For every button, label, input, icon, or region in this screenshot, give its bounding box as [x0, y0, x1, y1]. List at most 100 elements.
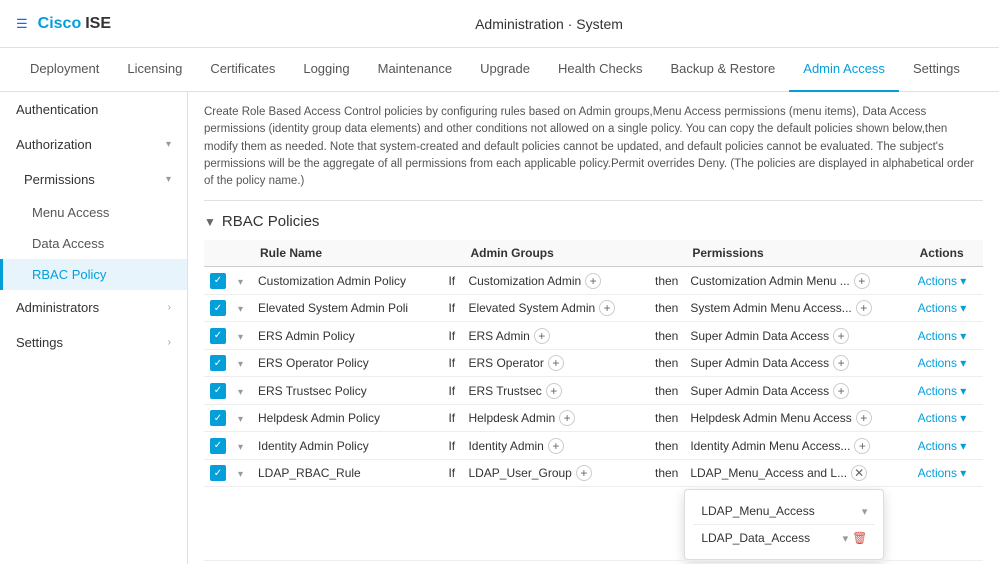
dropdown-item-menu-access[interactable]: LDAP_Menu_Access ▾ — [693, 498, 875, 525]
sidebar-item-administrators[interactable]: Administrators › — [0, 290, 187, 325]
sidebar-item-menu-access[interactable]: Menu Access — [0, 197, 187, 228]
permission-field: Helpdesk Admin Menu Access + — [690, 410, 905, 426]
sidebar-item-authorization[interactable]: Authorization ▾ — [0, 127, 187, 162]
then-label: then — [649, 267, 684, 295]
expand-icon[interactable]: ▾ — [238, 277, 243, 288]
add-perm-btn[interactable]: + — [854, 438, 870, 454]
row-checkbox[interactable]: ✓ — [210, 438, 226, 454]
tab-certificates[interactable]: Certificates — [196, 48, 289, 92]
admin-group-field: Customization Admin + — [468, 273, 643, 289]
if-label: If — [442, 377, 462, 405]
if-label: If — [442, 267, 462, 295]
table-row: ✓ ▾ Identity Admin Policy If Identity Ad… — [204, 432, 983, 460]
group-value: Identity Admin — [468, 439, 543, 453]
row-checkbox[interactable]: ✓ — [210, 273, 226, 289]
actions-button[interactable]: Actions ▾ — [918, 301, 967, 315]
row-checkbox[interactable]: ✓ — [210, 300, 226, 316]
expand-icon[interactable]: ▾ — [238, 469, 243, 480]
actions-button[interactable]: Actions ▾ — [918, 411, 967, 425]
add-perm-btn[interactable]: + — [856, 410, 872, 426]
admin-group-field: LDAP_User_Group + — [468, 465, 643, 481]
tab-licensing[interactable]: Licensing — [113, 48, 196, 92]
tab-deployment[interactable]: Deployment — [16, 48, 113, 92]
perm-value: Super Admin Data Access — [690, 356, 829, 370]
expand-icon[interactable]: ▾ — [238, 304, 243, 315]
actions-button[interactable]: Actions ▾ — [918, 274, 967, 288]
row-checkbox[interactable]: ✓ — [210, 328, 226, 344]
actions-button[interactable]: Actions ▾ — [918, 356, 967, 370]
perm-value: Helpdesk Admin Menu Access — [690, 411, 851, 425]
admin-group-field: Elevated System Admin + — [468, 300, 643, 316]
sidebar-label-authorization: Authorization — [16, 137, 92, 152]
admin-group-field: ERS Operator + — [468, 355, 643, 371]
if-label: If — [442, 459, 462, 487]
close-perm-btn[interactable]: ✕ — [851, 465, 867, 481]
tab-admin-access[interactable]: Admin Access — [789, 48, 899, 92]
expand-icon[interactable]: ▾ — [238, 414, 243, 425]
col-then-header — [649, 240, 684, 267]
expand-icon[interactable]: ▾ — [238, 442, 243, 453]
row-checkbox[interactable]: ✓ — [210, 410, 226, 426]
add-perm-btn[interactable]: + — [856, 300, 872, 316]
sidebar-item-permissions[interactable]: Permissions ▾ — [0, 162, 187, 197]
permission-field: Super Admin Data Access + — [690, 328, 905, 344]
actions-button[interactable]: Actions ▾ — [918, 439, 967, 453]
sidebar-item-settings[interactable]: Settings › — [0, 325, 187, 360]
tab-settings[interactable]: Settings — [899, 48, 974, 92]
tab-health-checks[interactable]: Health Checks — [544, 48, 657, 92]
expand-icon[interactable]: ▾ — [238, 332, 243, 343]
admin-group-field: Helpdesk Admin + — [468, 410, 643, 426]
add-perm-btn[interactable]: + — [833, 383, 849, 399]
sidebar-label-authentication: Authentication — [16, 102, 98, 117]
row-checkbox[interactable]: ✓ — [210, 383, 226, 399]
sidebar-label-settings: Settings — [16, 335, 63, 350]
perm-value: LDAP_Menu_Access and L... — [690, 466, 847, 480]
add-group-btn[interactable]: + — [548, 438, 564, 454]
perm-value: Identity Admin Menu Access... — [690, 439, 850, 453]
col-actions-header: Actions — [912, 240, 983, 267]
sidebar-item-data-access[interactable]: Data Access — [0, 228, 187, 259]
section-title-label: RBAC Policies — [222, 213, 320, 230]
tab-upgrade[interactable]: Upgrade — [466, 48, 544, 92]
actions-button[interactable]: Actions ▾ — [918, 329, 967, 343]
add-group-btn[interactable]: + — [548, 355, 564, 371]
row-checkbox[interactable]: ✓ — [210, 355, 226, 371]
tab-maintenance[interactable]: Maintenance — [364, 48, 466, 92]
perm-value: Super Admin Data Access — [690, 329, 829, 343]
hamburger-icon[interactable]: ☰ — [16, 16, 28, 32]
chevron-down-icon: ▾ — [166, 174, 171, 185]
actions-button[interactable]: Actions ▾ — [918, 466, 967, 480]
then-label: then — [649, 377, 684, 405]
add-group-btn[interactable]: + — [585, 273, 601, 289]
rule-name: Customization Admin Policy — [252, 267, 442, 295]
add-perm-btn[interactable]: + — [854, 273, 870, 289]
tab-logging[interactable]: Logging — [289, 48, 363, 92]
sidebar-label-administrators: Administrators — [16, 300, 99, 315]
actions-button[interactable]: Actions ▾ — [918, 384, 967, 398]
group-value: ERS Admin — [468, 329, 529, 343]
sidebar-item-authentication[interactable]: Authentication — [0, 92, 187, 127]
add-perm-btn[interactable]: + — [833, 355, 849, 371]
row-checkbox[interactable]: ✓ — [210, 465, 226, 481]
admin-group-field: Identity Admin + — [468, 438, 643, 454]
perm-value: Super Admin Data Access — [690, 384, 829, 398]
collapse-icon[interactable]: ▼ — [204, 215, 216, 229]
col-if-header — [442, 240, 462, 267]
add-group-btn[interactable]: + — [546, 383, 562, 399]
expand-icon[interactable]: ▾ — [238, 387, 243, 398]
perm-value: System Admin Menu Access... — [690, 301, 851, 315]
expand-icon[interactable]: ▾ — [238, 359, 243, 370]
add-group-btn[interactable]: + — [534, 328, 550, 344]
if-label: If — [442, 322, 462, 350]
permission-field: System Admin Menu Access... + — [690, 300, 905, 316]
add-perm-btn[interactable]: + — [833, 328, 849, 344]
tab-backup-restore[interactable]: Backup & Restore — [657, 48, 790, 92]
delete-icon[interactable]: 🗑 — [852, 531, 867, 545]
sidebar-item-rbac-policy[interactable]: RBAC Policy — [0, 259, 187, 290]
add-group-btn[interactable]: + — [576, 465, 592, 481]
dropdown-item-data-access[interactable]: LDAP_Data_Access ▾ 🗑 — [693, 525, 875, 551]
table-row: ✓ ▾ LDAP_RBAC_Rule If LDAP_User_Group + … — [204, 459, 983, 487]
add-group-btn[interactable]: + — [599, 300, 615, 316]
rule-name: Elevated System Admin Poli — [252, 294, 442, 322]
add-group-btn[interactable]: + — [559, 410, 575, 426]
